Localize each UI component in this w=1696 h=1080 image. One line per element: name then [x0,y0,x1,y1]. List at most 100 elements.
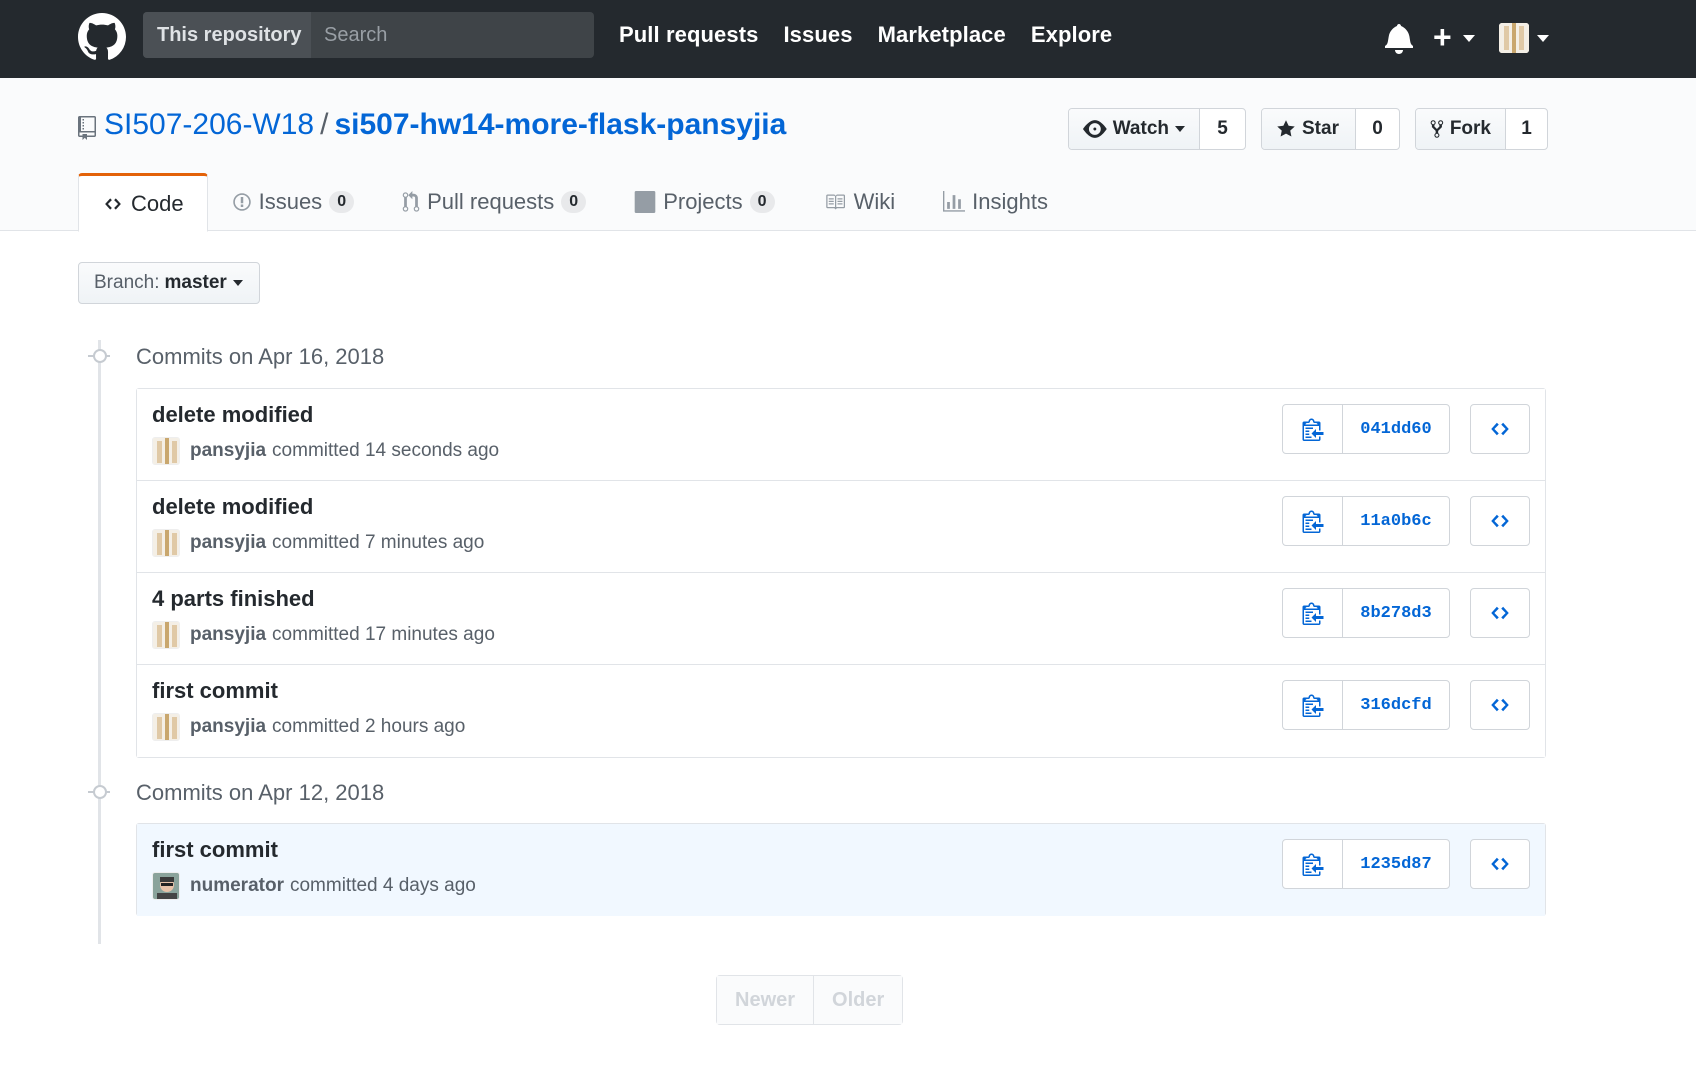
copy-sha-button[interactable] [1283,497,1343,545]
watch-button[interactable]: Watch [1069,109,1200,149]
commit-time: committed 7 minutes ago [272,532,485,553]
global-header: This repository Pull requests Issues Mar… [0,0,1696,78]
create-new-caret-icon[interactable] [1463,35,1475,42]
fork-button[interactable]: Fork [1416,109,1506,149]
search-input[interactable] [311,12,594,58]
star-count[interactable]: 0 [1356,109,1399,149]
commit-message-link[interactable]: delete modified [152,494,313,520]
star-icon [1277,120,1295,137]
search-bar: This repository [143,12,594,58]
browse-files-button[interactable] [1470,588,1530,638]
clipboard-icon [1302,602,1323,625]
copy-sha-button[interactable] [1283,840,1343,888]
commit-row: delete modified pansyjia committed 14 se… [137,389,1545,481]
tab-issues[interactable]: Issues 0 [208,173,379,231]
fork-button-group: Fork 1 [1415,108,1548,150]
commit-message-link[interactable]: first commit [152,837,278,863]
user-avatar[interactable] [1499,23,1529,53]
commit-row: delete modified pansyjia committed 7 min… [137,481,1545,573]
tab-projects-label: Projects [663,189,743,214]
commit-meta: numerator committed 4 days ago [152,872,476,900]
timeline-dot-icon [93,785,107,799]
code-icon [1491,698,1509,712]
nav-explore[interactable]: Explore [1031,22,1112,48]
code-icon [1491,514,1509,528]
watch-count[interactable]: 5 [1200,109,1245,149]
commit-message-link[interactable]: delete modified [152,402,313,428]
commit-sha-link[interactable]: 11a0b6c [1343,497,1449,545]
commit-author-link[interactable]: pansyjia [190,440,266,462]
author-avatar[interactable] [152,872,180,900]
pull-request-icon [402,191,420,212]
copy-sha-button[interactable] [1283,405,1343,453]
commit-message-link[interactable]: 4 parts finished [152,586,315,612]
commit-row: first commit pansyjia committed 2 hours … [137,665,1545,757]
user-menu-caret-icon[interactable] [1537,35,1549,42]
graph-icon [943,191,966,212]
star-label: Star [1302,118,1339,139]
browse-files-button[interactable] [1470,404,1530,454]
pull-requests-counter: 0 [561,191,587,213]
code-icon [105,197,121,210]
repo-icon [78,116,96,140]
tab-pull-requests-label: Pull requests [427,189,555,214]
clipboard-icon [1302,418,1323,441]
commit-author-link[interactable]: pansyjia [190,624,266,646]
commit-meta: pansyjia committed 2 hours ago [152,713,465,741]
author-avatar[interactable] [152,621,180,649]
clipboard-icon [1302,853,1323,876]
code-icon [1491,857,1509,871]
commit-author-link[interactable]: numerator [190,875,284,897]
commit-sha-link[interactable]: 316dcfd [1343,681,1449,729]
timeline-dot-icon [93,349,107,363]
commit-time: committed 14 seconds ago [272,440,500,461]
author-avatar[interactable] [152,529,180,557]
author-avatar[interactable] [152,713,180,741]
older-button[interactable]: Older [814,976,903,1024]
commit-author-link[interactable]: pansyjia [190,716,266,738]
nav-marketplace[interactable]: Marketplace [878,22,1006,48]
sha-button-group: 11a0b6c [1282,496,1450,546]
notification-bell-icon[interactable] [1384,22,1414,54]
fork-count[interactable]: 1 [1506,109,1547,149]
sha-button-group: 1235d87 [1282,839,1450,889]
star-button-group: Star 0 [1261,108,1400,150]
browse-files-button[interactable] [1470,839,1530,889]
copy-sha-button[interactable] [1283,681,1343,729]
newer-button[interactable]: Newer [717,976,815,1024]
sha-button-group: 316dcfd [1282,680,1450,730]
tab-projects[interactable]: Projects 0 [610,173,798,231]
tab-code[interactable]: Code [78,173,208,232]
browse-files-button[interactable] [1470,496,1530,546]
sha-button-group: 8b278d3 [1282,588,1450,638]
commit-sha-link[interactable]: 8b278d3 [1343,589,1449,637]
create-new-plus-icon[interactable]: + [1433,20,1452,54]
tab-pull-requests[interactable]: Pull requests 0 [378,173,610,231]
author-avatar[interactable] [152,437,180,465]
commit-message-link[interactable]: first commit [152,678,278,704]
global-nav: Pull requests Issues Marketplace Explore [619,22,1137,48]
repo-name-link[interactable]: si507-hw14-more-flask-pansyjia [334,108,786,141]
nav-issues[interactable]: Issues [783,22,852,48]
watch-label: Watch [1112,118,1169,139]
copy-sha-button[interactable] [1283,589,1343,637]
browse-files-button[interactable] [1470,680,1530,730]
repo-owner-link[interactable]: SI507-206-W18 [104,108,314,141]
commit-sha-link[interactable]: 041dd60 [1343,405,1449,453]
commit-sha-link[interactable]: 1235d87 [1343,840,1449,888]
commit-row: 4 parts finished pansyjia committed 17 m… [137,573,1545,665]
commit-time: committed 17 minutes ago [272,624,495,645]
tab-wiki-label: Wiki [853,189,896,214]
branch-caret-icon [232,280,243,286]
nav-pull-requests[interactable]: Pull requests [619,22,758,48]
star-button[interactable]: Star [1262,109,1356,149]
branch-select-button[interactable]: Branch: master [78,262,260,304]
project-icon [634,191,656,213]
tab-insights[interactable]: Insights [919,173,1072,231]
github-logo-icon[interactable] [78,13,126,61]
book-icon [825,194,845,210]
tab-wiki[interactable]: Wiki [799,173,920,231]
issue-icon [232,193,251,211]
commit-author-link[interactable]: pansyjia [190,532,266,554]
sha-button-group: 041dd60 [1282,404,1450,454]
